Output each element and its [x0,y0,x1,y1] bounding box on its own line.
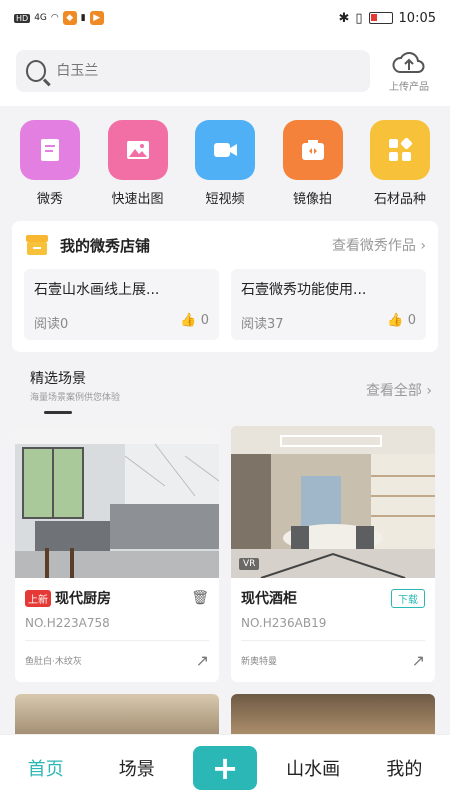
status-right: ✱ ▯ 10:05 [338,11,436,26]
my-shop-panel: 我的微秀店铺 查看微秀作品 › 石壹山水画线上展... 阅读0 👍 0 石壹微秀… [12,221,438,352]
shop-title-text: 我的微秀店铺 [60,236,151,255]
card-body: 现代酒柜 下载 NO.H236AB19 新奥特曼 ↗ [231,578,435,682]
store-icon [26,235,48,255]
battery-alert-icon: ▮ [80,13,86,23]
like-count: 0 [200,313,209,328]
vr-badge: VR [239,558,260,570]
shop-post-card[interactable]: 石壹微秀功能使用... 阅读37 👍 0 [231,269,426,340]
section-title-group: 精选场景 海量场景案例供您体验 [30,368,120,414]
bluetooth-icon: ✱ [338,10,350,26]
section-underline [44,411,72,414]
search-bar[interactable] [16,50,370,92]
network-label: 4G [34,13,47,23]
app-notification-icon: ◆ [62,11,77,25]
grid-icon [370,120,430,180]
search-input[interactable] [56,63,360,79]
shop-post-card[interactable]: 石壹山水画线上展... 阅读0 👍 0 [24,269,219,340]
camera-icon [282,120,343,180]
category-mirror-shot[interactable]: 镜像拍 [277,120,349,207]
category-label: 镜像拍 [292,192,332,207]
download-button[interactable]: 下载 [391,588,425,608]
card-title: 现代酒柜 [241,588,297,608]
play-notification-icon: ▶ [89,11,104,25]
card-title-row: 现代酒柜 下载 [241,588,425,608]
clock: 10:05 [398,10,436,26]
view-all-label: 查看全部 [365,383,422,399]
new-badge: 上新 [25,589,51,607]
battery-icon [368,12,393,24]
category-label: 快速出图 [111,192,164,207]
post-title: 石壹山水画线上展... [34,282,160,298]
featured-scenes-header: 精选场景 海量场景案例供您体验 查看全部 › [0,356,450,414]
kitchen-image [15,426,219,578]
tab-home[interactable]: 首页 [11,755,81,781]
scene-name: 现代酒柜 [241,591,297,607]
wifi-icon: ◠ [50,13,59,23]
upload-label: 上传产品 [389,81,429,93]
bottom-tab-bar: 首页 场景 + 山水画 我的 [0,734,450,800]
like-count: 0 [407,313,416,328]
card-title-row: 上新 现代厨房 🗑 [25,588,209,608]
scene-grid: 上新 现代厨房 🗑 NO.H223A758 鱼肚白·木纹灰 ↗ VR 现代酒柜 … [0,414,450,682]
category-label: 微秀 [36,192,63,207]
read-count: 阅读37 [241,317,284,332]
tab-mine[interactable]: 我的 [369,755,439,781]
section-title: 精选场景 [30,371,86,387]
like-group[interactable]: 👍 0 [180,313,209,332]
category-weixiu[interactable]: 微秀 [14,120,86,207]
search-icon [26,60,47,82]
thumbs-up-icon: 👍 [180,313,197,328]
read-count: 阅读0 [34,317,69,332]
scene-code: NO.H223A758 [25,616,209,641]
shop-cards: 石壹山水画线上展... 阅读0 👍 0 石壹微秀功能使用... 阅读37 👍 0 [24,269,426,340]
like-group[interactable]: 👍 0 [387,313,416,332]
view-works-link[interactable]: 查看微秀作品 › [332,235,426,255]
shop-header: 我的微秀店铺 查看微秀作品 › [24,233,426,257]
status-bar: HD 4G ◠ ◆ ▮ ▶ ✱ ▯ 10:05 [0,0,450,36]
scroll-icon [20,120,80,180]
status-left: HD 4G ◠ ◆ ▮ ▶ [14,11,104,25]
section-subtitle: 海量场景案例供您体验 [30,393,121,403]
category-stone-varieties[interactable]: 石材品种 [364,120,436,207]
card-title: 上新 现代厨房 [25,588,111,608]
category-short-video[interactable]: 短视频 [189,120,261,207]
video-camera-icon [195,120,255,180]
card-body: 上新 现代厨房 🗑 NO.H223A758 鱼肚白·木纹灰 ↗ [15,578,219,682]
scene-card[interactable]: 上新 现代厨房 🗑 NO.H223A758 鱼肚白·木纹灰 ↗ [15,426,219,682]
view-all-link[interactable]: 查看全部 › [366,380,432,400]
material-label: 新奥特曼 [241,657,278,667]
category-quick-render[interactable]: 快速出图 [102,120,174,207]
scene-card[interactable]: VR 现代酒柜 下载 NO.H236AB19 新奥特曼 ↗ [231,426,435,682]
tab-landscape[interactable]: 山水画 [278,755,348,781]
tab-scene[interactable]: 场景 [102,755,172,781]
post-title: 石壹微秀功能使用... [241,282,367,298]
upload-product-button[interactable]: 上传产品 [384,50,434,93]
chevron-right-icon: › [426,383,432,399]
category-label: 石材品种 [373,192,426,207]
category-label: 短视频 [205,192,245,207]
add-button[interactable]: + [192,745,257,790]
chevron-right-icon: › [420,238,426,254]
scene-code: NO.H236AB19 [241,616,425,641]
scene-name: 现代厨房 [55,591,111,607]
card-footer: 新奥特曼 ↗ [241,641,425,682]
thumbs-up-icon: 👍 [387,313,404,328]
share-icon[interactable]: ↗ [196,651,209,670]
trash-icon[interactable]: 🗑 [191,590,209,606]
cloud-upload-icon [392,51,425,73]
hd-icon: HD [14,13,31,23]
material-label: 鱼肚白·木纹灰 [25,657,82,667]
image-icon [107,120,168,180]
post-meta: 阅读37 👍 0 [241,313,416,332]
post-meta: 阅读0 👍 0 [34,313,209,332]
view-works-label: 查看微秀作品 [331,238,416,254]
shop-title: 我的微秀店铺 [24,233,150,257]
category-row: 微秀 快速出图 短视频 镜像拍 石材品种 [0,106,450,217]
wine-cabinet-image: VR [231,426,435,579]
card-footer: 鱼肚白·木纹灰 ↗ [25,641,209,682]
share-icon[interactable]: ↗ [412,651,425,670]
vibrate-icon: ▯ [355,10,363,26]
header: 上传产品 [0,36,450,106]
